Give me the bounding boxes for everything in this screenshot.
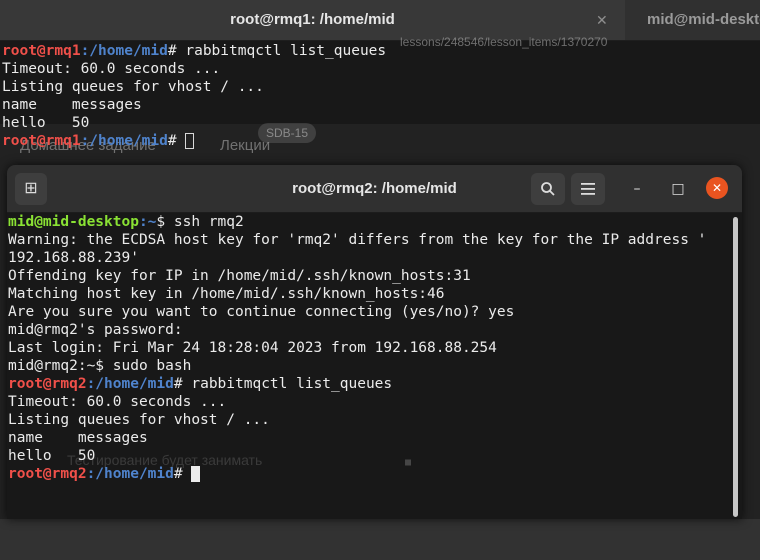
output-line: mid@rmq2's password: [8,322,183,338]
command-text: ssh rmq2 [165,214,244,230]
output-line: name messages [2,97,142,113]
output-line: Listing queues for vhost / ... [2,79,264,95]
prompt-user: mid@mid-desktop [8,214,139,230]
prompt-path: :/home/mid [80,133,168,149]
output-line: Last login: Fri Mar 24 18:28:04 2023 fro… [8,340,497,356]
prompt-user: root@rmq2 [8,376,87,392]
tab-rmq1[interactable]: root@rmq1: /home/mid [0,0,625,40]
prompt-user: root@rmq1 [2,133,81,149]
text-cursor [185,133,195,149]
command-text: rabbitmqctl list_queues [176,43,387,59]
output-line: Timeout: 60.0 seconds ... [2,61,221,77]
prompt-symbol: # [173,466,183,482]
command-text: rabbitmqctl list_queues [182,376,393,392]
prompt-user: root@rmq1 [2,43,81,59]
back-tab-bar: root@rmq1: /home/mid ✕ mid@mid-deskto [0,0,760,41]
hamburger-menu-icon [581,183,595,195]
tab-close-icon[interactable]: ✕ [596,0,608,40]
output-line: Offending key for IP in /home/mid/.ssh/k… [8,268,471,284]
search-icon [541,182,555,196]
output-line: 192.168.88.239' [8,250,139,266]
prompt-path: :~ [138,214,157,230]
output-line: hello 50 [8,448,96,464]
output-line: Listing queues for vhost / ... [8,412,270,428]
prompt-path: :/home/mid [86,466,174,482]
output-line: Warning: the ECDSA host key for 'rmq2' d… [8,232,707,248]
prompt-line: root@rmq2:/home/mid# [8,465,706,483]
prompt-line: root@rmq2:/home/mid# rabbitmqctl list_qu… [8,375,706,393]
minimize-button[interactable]: – [626,178,648,200]
output-line: Matching host key in /home/mid/.ssh/know… [8,286,445,302]
output-line: mid@rmq2:~$ sudo bash [8,358,192,374]
prompt-symbol: # [167,133,177,149]
prompt-line: mid@mid-desktop:~$ ssh rmq2 [8,213,706,231]
title-bar[interactable]: ⊞ root@rmq2: /home/mid – □ ✕ [7,165,742,213]
prompt-user: root@rmq2 [8,466,87,482]
prompt-path: :/home/mid [80,43,168,59]
prompt-symbol: # [167,43,177,59]
tab-mid-desktop[interactable]: mid@mid-deskto [625,0,760,40]
prompt-line: root@rmq1:/home/mid# [2,132,386,150]
scrollbar[interactable] [733,217,738,517]
prompt-path: :/home/mid [86,376,174,392]
back-terminal-output: root@rmq1:/home/mid# rabbitmqctl list_qu… [2,42,386,150]
prompt-line: root@rmq1:/home/mid# rabbitmqctl list_qu… [2,42,386,60]
output-line: hello 50 [2,115,90,131]
search-button[interactable] [531,173,565,205]
front-terminal-output[interactable]: mid@mid-desktop:~$ ssh rmq2 Warning: the… [8,213,706,483]
prompt-symbol: $ [156,214,166,230]
output-line: Are you sure you want to continue connec… [8,304,515,320]
prompt-symbol: # [173,376,183,392]
text-cursor [191,466,201,482]
output-line: name messages [8,430,148,446]
output-line: Timeout: 60.0 seconds ... [8,394,227,410]
ghost-url: lessons/248546/lesson_items/1370270 [400,35,608,49]
maximize-button[interactable]: □ [667,178,689,200]
front-terminal-window[interactable]: ⊞ root@rmq2: /home/mid – □ ✕ Тестировани… [7,165,742,519]
menu-button[interactable] [571,173,605,205]
close-button[interactable]: ✕ [706,177,728,199]
